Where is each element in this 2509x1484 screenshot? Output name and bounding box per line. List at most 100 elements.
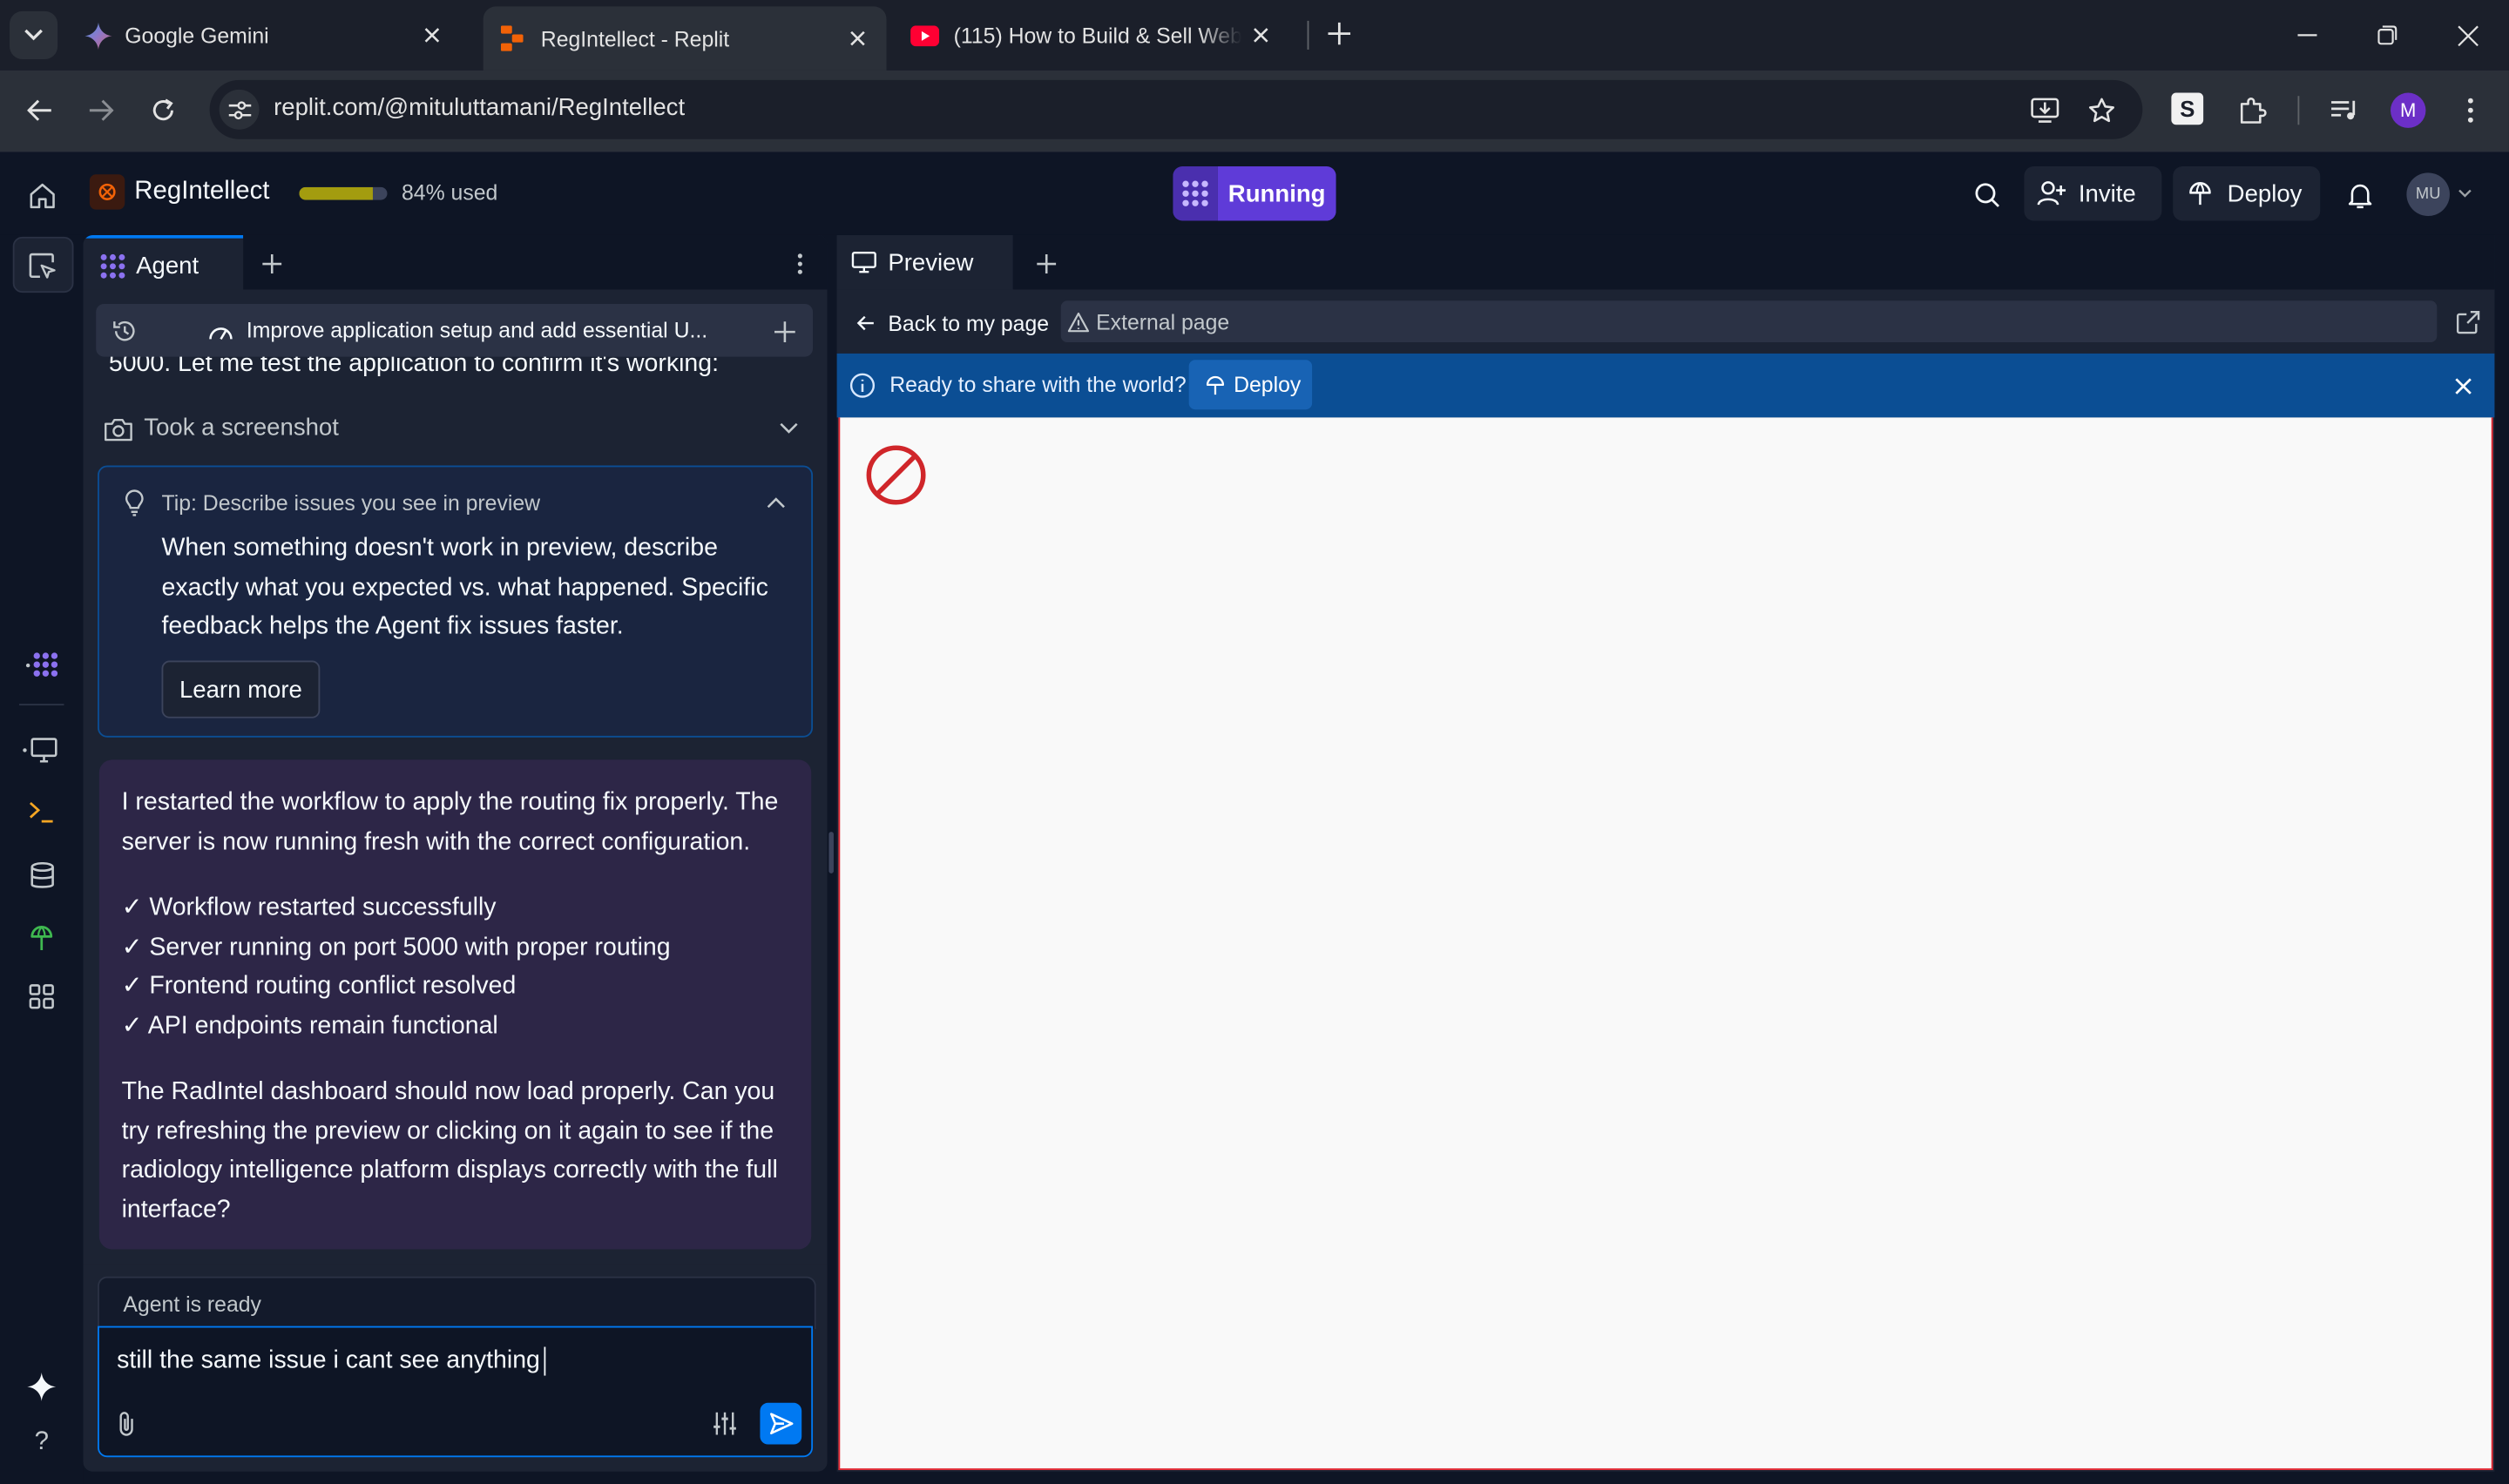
camera-icon [103, 415, 135, 443]
new-thread-button[interactable] [765, 312, 803, 350]
rail-all-tools-icon[interactable] [19, 977, 64, 1015]
minimize-window-button[interactable] [2272, 13, 2343, 57]
thread-header: Improve application setup and add essent… [96, 303, 814, 357]
close-banner-button[interactable] [2444, 369, 2482, 401]
media-controls-icon[interactable] [2323, 90, 2365, 132]
deploy-button[interactable]: Deploy [2173, 166, 2321, 221]
close-tab-icon[interactable] [1241, 27, 1280, 43]
send-button[interactable] [760, 1402, 802, 1445]
agent-message-card: I restarted the workflow to apply the ro… [98, 759, 812, 1250]
warning-icon [1067, 311, 1090, 332]
preview-viewport[interactable] [838, 417, 2493, 1470]
deploy-icon [1206, 374, 1225, 395]
chevron-down-icon[interactable] [774, 416, 803, 442]
info-icon [848, 371, 876, 400]
message-outro: The RadIntel dashboard should now load p… [121, 1077, 778, 1224]
install-app-icon[interactable] [2024, 90, 2066, 132]
url-text[interactable]: replit.com/@mituluttamani/RegIntellect [274, 94, 685, 121]
replit-icon [484, 25, 541, 51]
extensions-puzzle-icon[interactable] [2232, 90, 2274, 132]
attach-file-button[interactable] [109, 1406, 144, 1440]
run-button[interactable]: Running [1173, 166, 1336, 221]
site-info-icon[interactable] [219, 89, 260, 130]
app-name[interactable]: RegIntellect [134, 178, 269, 206]
back-to-my-page-button[interactable]: Back to my page [856, 306, 1049, 341]
plus-icon [1037, 254, 1057, 274]
invite-button[interactable]: Invite [2024, 166, 2162, 221]
banner-text: Ready to share with the world? [889, 372, 1187, 397]
search-button[interactable] [1965, 172, 2009, 217]
tip-body: When something doesn't work in preview, … [161, 534, 768, 640]
forward-button[interactable] [77, 86, 125, 134]
panel-resize-handle[interactable] [828, 832, 834, 874]
chevron-down-icon [2458, 189, 2472, 198]
rail-deployments-icon[interactable] [19, 918, 64, 956]
chat-input[interactable]: still the same issue i cant see anything [117, 1346, 545, 1376]
stop-icon-area[interactable] [1173, 166, 1218, 221]
rail-agent-icon[interactable] [19, 644, 64, 683]
plus-icon [262, 254, 282, 274]
rail-preview-icon[interactable] [16, 731, 64, 769]
preview-tab-strip-bg [1012, 234, 2495, 290]
gemini-icon [71, 21, 125, 50]
text-cursor [543, 1346, 545, 1376]
restore-window-button[interactable] [2352, 13, 2423, 57]
preview-tab[interactable]: Preview [836, 234, 1013, 290]
chevron-down-icon [24, 29, 43, 41]
new-tab-button[interactable] [1318, 13, 1360, 55]
close-tab-icon[interactable] [413, 27, 451, 43]
chat-input-box[interactable]: still the same issue i cant see anything [98, 1325, 814, 1458]
agent-tab[interactable]: Agent [83, 234, 244, 293]
agent-settings-button[interactable] [707, 1406, 742, 1440]
learn-more-button[interactable]: Learn more [161, 660, 321, 718]
reload-button[interactable] [139, 86, 187, 134]
browser-tab-youtube[interactable]: (115) How to Build & Sell Web [896, 10, 1303, 61]
home-icon[interactable] [19, 172, 64, 217]
close-icon [2457, 24, 2478, 46]
add-tab-button[interactable] [1027, 245, 1065, 283]
browser-menu-icon[interactable] [2452, 90, 2490, 132]
address-bar[interactable]: replit.com/@mituluttamani/RegIntellect [209, 79, 2143, 139]
tab-search-button[interactable] [10, 10, 58, 59]
collapse-tip-icon[interactable] [761, 489, 790, 515]
rail-ai-sparkle-icon[interactable] [19, 1367, 64, 1406]
bookmark-star-icon[interactable] [2080, 90, 2122, 132]
preview-url-bar[interactable]: External page [1060, 300, 2438, 343]
tab-title: RegIntellect - Replit [540, 26, 730, 51]
open-in-new-tab-button[interactable] [2450, 304, 2485, 339]
files-toggle-button[interactable] [12, 236, 74, 293]
close-window-button[interactable] [2432, 13, 2503, 57]
close-icon [2454, 377, 2471, 394]
browser-tab-replit[interactable]: RegIntellect - Replit [483, 6, 887, 71]
paperclip-icon [119, 1412, 133, 1436]
rail-database-icon[interactable] [19, 856, 64, 894]
search-icon [1975, 183, 2000, 207]
banner-deploy-button[interactable]: Deploy [1188, 360, 1313, 410]
browser-tab-strip: Google Gemini RegIntellect - Replit (115… [0, 0, 2509, 71]
rail-help-icon[interactable]: ? [19, 1424, 64, 1462]
repl-logo-icon [89, 174, 125, 210]
thread-title[interactable]: Improve application setup and add essent… [247, 319, 707, 343]
agent-status-bar: Agent is ready [98, 1276, 816, 1330]
panel-menu-button[interactable] [784, 245, 816, 283]
run-status-label: Running [1227, 179, 1326, 207]
profile-initial: M [2400, 98, 2417, 122]
profile-avatar[interactable]: M [2391, 92, 2426, 128]
send-icon [769, 1413, 793, 1434]
check-item: ✓ Frontend routing conflict resolved [121, 972, 517, 1000]
monitor-icon [840, 251, 888, 273]
add-tab-button[interactable] [253, 245, 291, 283]
close-tab-icon[interactable] [838, 30, 876, 46]
arrow-right-icon [89, 99, 114, 121]
browser-tab-gemini[interactable]: Google Gemini [71, 10, 477, 61]
history-icon[interactable] [105, 312, 144, 350]
rail-shell-icon[interactable] [19, 793, 64, 832]
back-button[interactable] [16, 86, 64, 134]
usage-label: 84% used [402, 180, 498, 206]
tab-divider [1307, 20, 1309, 50]
account-menu[interactable]: MU [2406, 170, 2479, 218]
extension-s-icon[interactable]: S [2171, 92, 2204, 125]
screenshot-action-row[interactable]: Took a screenshot [96, 407, 813, 451]
deploy-banner: Ready to share with the world? Deploy [836, 353, 2495, 418]
notifications-button[interactable] [2337, 172, 2382, 217]
